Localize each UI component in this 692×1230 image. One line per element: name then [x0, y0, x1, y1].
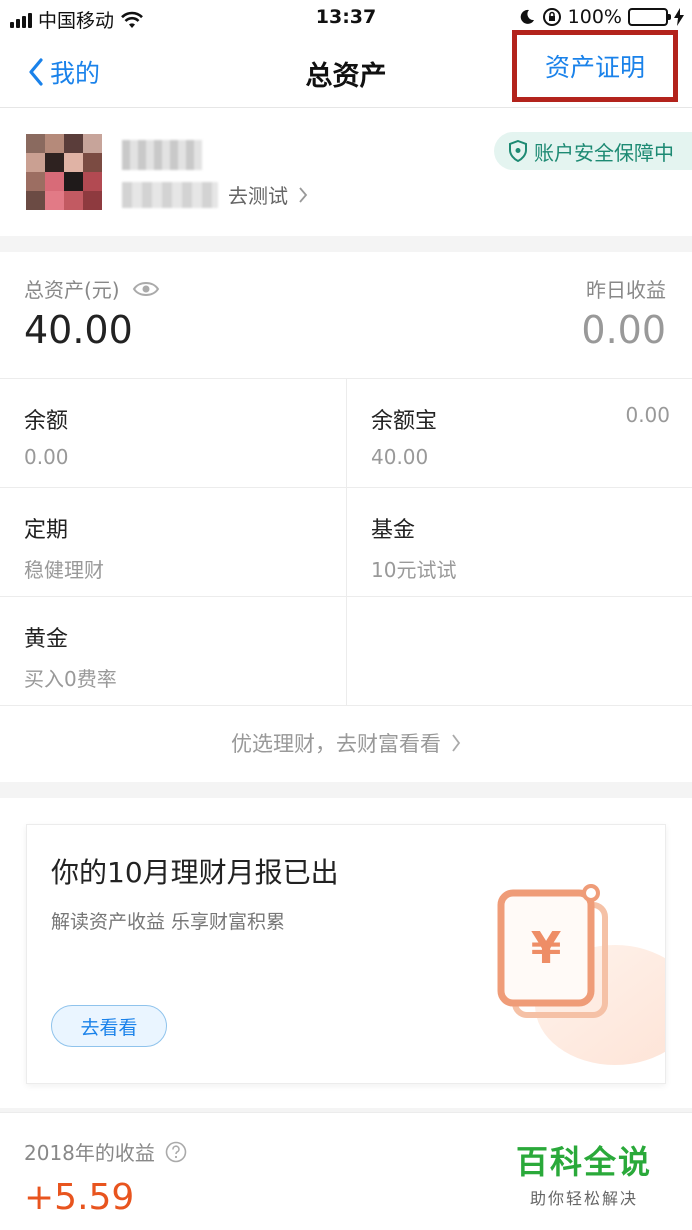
yesterday-earnings-value: 0.00	[581, 308, 666, 352]
eye-icon[interactable]	[132, 280, 160, 298]
help-icon[interactable]	[165, 1141, 187, 1163]
asset-row: 定期 稳健理财 基金 10元试试	[0, 488, 692, 597]
asset-earnings: 0.00	[625, 403, 670, 427]
yesterday-earnings-label: 昨日收益	[586, 278, 666, 302]
yearly-earnings-label-row: 2018年的收益	[24, 1137, 187, 1166]
asset-subtitle: 稳健理财	[24, 558, 104, 582]
report-subtitle: 解读资产收益 乐享财富积累	[51, 911, 286, 933]
chevron-left-icon	[29, 58, 43, 86]
charging-icon	[674, 8, 684, 26]
asset-title: 黄金	[24, 627, 69, 652]
report-title: 你的10月理财月报已出	[51, 856, 339, 889]
security-badge-label: 账户安全保障中	[534, 140, 674, 165]
asset-grid: 余额 0.00 余额宝 40.00 0.00 定期 稳健理财 基金 10元试试	[0, 378, 692, 706]
orientation-lock-icon	[542, 8, 561, 26]
profile-section: 去测试 账户安全保障中	[0, 108, 692, 236]
empty-cell	[346, 597, 692, 705]
asset-proof-button[interactable]: 资产证明	[512, 30, 678, 102]
report-illustration: ¥	[497, 884, 665, 1065]
risk-assessment-row[interactable]: 去测试	[122, 180, 308, 209]
blurred-risk-type	[122, 181, 218, 208]
asset-fixed-term[interactable]: 定期 稳健理财	[0, 488, 346, 596]
asset-subtitle: 40.00	[371, 445, 429, 469]
battery-percent: 100%	[567, 6, 622, 28]
shield-icon	[509, 140, 527, 162]
battery-icon	[628, 8, 671, 26]
yearly-earnings-label: 2018年的收益	[24, 1141, 155, 1165]
asset-row: 黄金 买入0费率	[0, 597, 692, 706]
report-section: 你的10月理财月报已出 解读资产收益 乐享财富积累 去看看 ¥	[0, 798, 692, 1108]
asset-row: 余额 0.00 余额宝 40.00 0.00	[0, 379, 692, 488]
yearly-earnings-section: 2018年的收益 +5.59 百科全说 助你轻松解决	[0, 1112, 692, 1230]
wealth-link-label: 优选理财，去财富看看	[231, 732, 441, 756]
status-right: 100%	[518, 6, 684, 28]
yearly-earnings-value: +5.59	[24, 1177, 135, 1218]
view-report-button[interactable]: 去看看	[51, 1005, 167, 1047]
asset-subtitle: 0.00	[24, 445, 69, 469]
blurred-nickname	[122, 140, 202, 170]
moon-icon	[520, 9, 534, 24]
total-assets-screen: 中国移动 13:37 100% 我的 总资产 资产证明 去测试 账户安全保障中 …	[0, 0, 692, 1230]
back-label: 我的	[50, 59, 101, 88]
asset-gold[interactable]: 黄金 买入0费率	[0, 597, 346, 705]
test-link[interactable]: 去测试	[228, 180, 288, 209]
chevron-right-icon	[452, 734, 461, 752]
asset-title: 定期	[24, 518, 69, 543]
navigation-bar: 我的 总资产 资产证明	[0, 30, 692, 108]
total-assets-label: 总资产(元)	[24, 278, 120, 302]
asset-title: 基金	[371, 518, 416, 543]
asset-balance[interactable]: 余额 0.00	[0, 379, 346, 487]
security-badge[interactable]: 账户安全保障中	[494, 132, 692, 170]
asset-subtitle: 买入0费率	[24, 667, 117, 691]
monthly-report-card[interactable]: 你的10月理财月报已出 解读资产收益 乐享财富积累 去看看 ¥	[26, 824, 666, 1084]
yuan-symbol: ¥	[531, 923, 562, 974]
chevron-right-icon	[299, 186, 308, 203]
avatar[interactable]	[26, 134, 102, 210]
total-assets-value: 40.00	[24, 308, 133, 352]
asset-subtitle: 10元试试	[371, 558, 457, 582]
watermark-subtitle: 助你轻松解决	[529, 1189, 638, 1208]
watermark: 百科全说 助你轻松解决	[516, 1137, 652, 1209]
back-button[interactable]: 我的	[28, 54, 100, 90]
total-assets-label-row: 总资产(元)	[24, 274, 160, 303]
watermark-title: 百科全说	[515, 1143, 652, 1181]
asset-title: 余额	[24, 409, 69, 434]
asset-yuebao[interactable]: 余额宝 40.00 0.00	[346, 379, 692, 487]
asset-fund[interactable]: 基金 10元试试	[346, 488, 692, 596]
assets-card: 总资产(元) 40.00 昨日收益 0.00 余额 0.00 余额宝 40.00…	[0, 252, 692, 782]
wealth-link[interactable]: 优选理财，去财富看看	[0, 706, 692, 780]
